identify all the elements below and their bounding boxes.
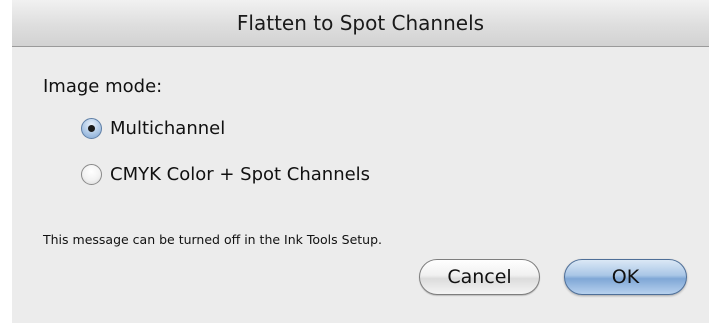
dialog-window: Flatten to Spot Channels Image mode: Mul… (12, 0, 709, 323)
dialog-body: Image mode: Multichannel CMYK Color + Sp… (12, 47, 709, 323)
ok-button[interactable]: OK (564, 259, 687, 295)
dialog-title: Flatten to Spot Channels (12, 0, 709, 47)
info-message: This message can be turned off in the In… (43, 232, 382, 247)
cancel-button[interactable]: Cancel (419, 259, 540, 295)
radio-option-multichannel[interactable]: Multichannel (81, 118, 225, 139)
radio-label-multichannel: Multichannel (110, 118, 226, 139)
radio-dot-icon (88, 125, 95, 132)
radio-option-cmyk-spot[interactable]: CMYK Color + Spot Channels (81, 164, 370, 185)
image-mode-label: Image mode: (43, 76, 163, 97)
radio-label-cmyk-spot: CMYK Color + Spot Channels (110, 164, 371, 185)
radio-unselected-icon[interactable] (81, 164, 102, 185)
radio-selected-icon[interactable] (81, 118, 102, 139)
